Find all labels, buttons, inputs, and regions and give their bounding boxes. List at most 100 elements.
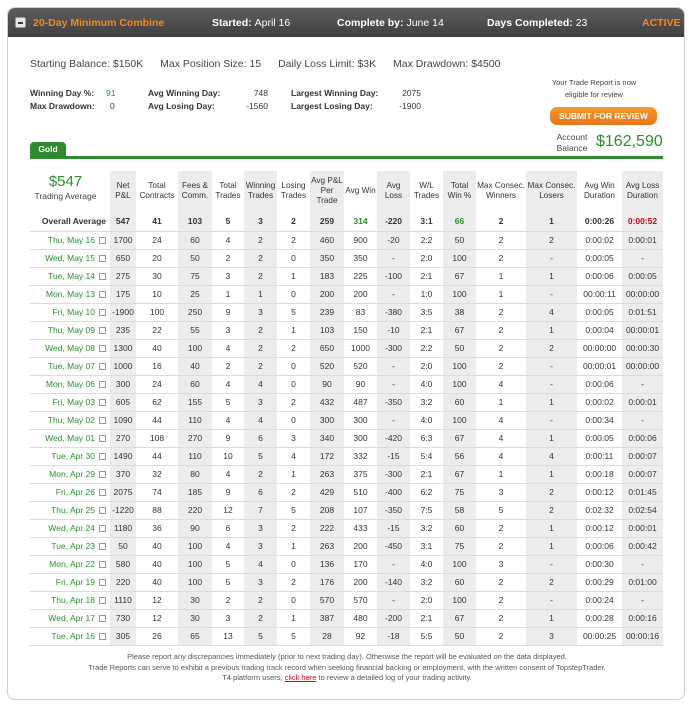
- notes-icon[interactable]: [99, 309, 106, 317]
- row-date[interactable]: Tue, Apr 23: [30, 537, 110, 556]
- table-cell: -: [377, 285, 410, 304]
- table-cell: 2: [212, 357, 244, 376]
- column-header: Total Trades: [215, 181, 241, 200]
- table-cell: 0:00:11: [577, 447, 622, 466]
- footer-line-1: Please report any discrepancies immediat…: [127, 652, 567, 661]
- table-cell: 4:0: [410, 411, 443, 430]
- table-cell: 0:00:05: [577, 429, 622, 448]
- notes-icon[interactable]: [99, 579, 106, 587]
- report-eligibility-note: Your Trade Report is now eligible for re…: [551, 78, 637, 99]
- table-cell: 5: [277, 627, 310, 646]
- notes-icon[interactable]: [99, 381, 106, 389]
- table-cell: 1: [526, 609, 577, 628]
- notes-icon[interactable]: [99, 471, 106, 479]
- row-date[interactable]: Wed, May 01: [30, 429, 110, 448]
- table-cell: 90: [178, 519, 212, 538]
- row-date[interactable]: Thu, May 09: [30, 321, 110, 340]
- row-date[interactable]: Wed, May 15: [30, 249, 110, 268]
- table-cell: 314: [344, 211, 377, 232]
- row-date[interactable]: Mon, Apr 29: [30, 465, 110, 484]
- tab-gold[interactable]: Gold: [30, 142, 66, 156]
- submit-for-review-button[interactable]: SUBMIT FOR REVIEW: [550, 107, 657, 125]
- table-cell: 5: [244, 627, 277, 646]
- stats-col-1: Winning Day %: 91 Max Drawdown: 0: [30, 88, 116, 111]
- notes-icon[interactable]: [99, 345, 106, 353]
- row-date[interactable]: Mon, May 13: [30, 285, 110, 304]
- table-cell: 183: [310, 267, 344, 286]
- table-cell: 26: [136, 627, 178, 646]
- notes-icon[interactable]: [99, 399, 106, 407]
- row-date[interactable]: Fri, May 10: [30, 303, 110, 322]
- table-cell: 40: [178, 357, 212, 376]
- table-row: Tue, Apr 16 305 26 65 13 5 5 28 92 -18 5:5 50 2 3 00:0…: [30, 627, 663, 646]
- collapse-icon[interactable]: [15, 17, 26, 28]
- notes-icon[interactable]: [99, 291, 106, 299]
- notes-icon[interactable]: [99, 561, 106, 569]
- table-cell: 480: [344, 609, 377, 628]
- notes-icon[interactable]: [99, 255, 106, 263]
- notes-icon[interactable]: [99, 453, 106, 461]
- row-date[interactable]: Fri, Apr 19: [30, 573, 110, 592]
- row-date[interactable]: Wed, May 08: [30, 339, 110, 358]
- notes-icon[interactable]: [99, 615, 106, 623]
- notes-icon[interactable]: [99, 633, 106, 641]
- notes-icon[interactable]: [99, 435, 106, 443]
- table-cell: 88: [136, 501, 178, 520]
- table-cell: 370: [110, 465, 136, 484]
- notes-icon[interactable]: [99, 363, 106, 371]
- notes-icon[interactable]: [99, 237, 106, 245]
- table-cell: 0:00:06: [577, 375, 622, 394]
- row-date[interactable]: Thu, May 02: [30, 411, 110, 430]
- days-completed: Days Completed: 23: [487, 17, 588, 29]
- table-cell: 520: [310, 357, 344, 376]
- notes-icon[interactable]: [99, 525, 106, 533]
- table-cell: -: [377, 375, 410, 394]
- table-cell: 0:00:12: [577, 519, 622, 538]
- row-date[interactable]: Wed, Apr 17: [30, 609, 110, 628]
- row-date[interactable]: Mon, Apr 22: [30, 555, 110, 574]
- row-date[interactable]: Tue, May 14: [30, 267, 110, 286]
- table-cell: -15: [377, 519, 410, 538]
- table-cell: 0:00:28: [577, 609, 622, 628]
- row-date[interactable]: Tue, Apr 30: [30, 447, 110, 466]
- table-cell: 0: [277, 555, 310, 574]
- row-date[interactable]: Tue, Apr 16: [30, 627, 110, 646]
- table-row: Thu, Apr 18 1110 12 30 2 2 0 570 570-2:0 100 2-0:0…: [30, 591, 663, 610]
- table-header-row: Net P&L Total Contracts Fees & Comm. Total …: [30, 171, 663, 211]
- largest-winning-day: 2075: [402, 88, 421, 98]
- table-cell: 2:0: [410, 591, 443, 610]
- table-cell: 60: [443, 519, 476, 538]
- notes-icon[interactable]: [99, 597, 106, 605]
- table-row: Mon, Apr 22 580 40 100 5 4 0 136 170-4:0 100 3-0:0…: [30, 555, 663, 574]
- column-header: Winning Trades: [244, 171, 277, 211]
- row-date[interactable]: Thu, Apr 25: [30, 501, 110, 520]
- row-date[interactable]: Mon, May 06: [30, 375, 110, 394]
- row-date[interactable]: Fri, May 03: [30, 393, 110, 412]
- table-cell: 3:1: [410, 211, 443, 232]
- table-cell: 4: [476, 375, 526, 394]
- combine-title: 20-Day Minimum Combine: [33, 17, 165, 29]
- table-cell: 67: [443, 609, 476, 628]
- notes-icon[interactable]: [99, 489, 106, 497]
- notes-icon[interactable]: [99, 507, 106, 515]
- row-date[interactable]: Tue, May 07: [30, 357, 110, 376]
- table-cell: -350: [377, 393, 410, 412]
- click-here-link[interactable]: click here: [285, 673, 317, 682]
- table-cell: 90: [344, 375, 377, 394]
- table-cell: 3: [244, 573, 277, 592]
- column-header: Fees & Comm.: [178, 171, 212, 211]
- table-cell: 00:00:16: [622, 627, 663, 646]
- table-cell: 2: [476, 231, 526, 250]
- row-date[interactable]: Thu, Apr 18: [30, 591, 110, 610]
- table-cell: 0:00:01: [622, 393, 663, 412]
- table-cell: 44: [136, 447, 178, 466]
- notes-icon[interactable]: [99, 273, 106, 281]
- row-date[interactable]: Fri, Apr 26: [30, 483, 110, 502]
- notes-icon[interactable]: [99, 543, 106, 551]
- table-cell: -100: [377, 267, 410, 286]
- table-cell: 2:1: [410, 267, 443, 286]
- notes-icon[interactable]: [99, 417, 106, 425]
- row-date[interactable]: Wed, Apr 24: [30, 519, 110, 538]
- notes-icon[interactable]: [99, 327, 106, 335]
- row-date[interactable]: Thu, May 16: [30, 231, 110, 250]
